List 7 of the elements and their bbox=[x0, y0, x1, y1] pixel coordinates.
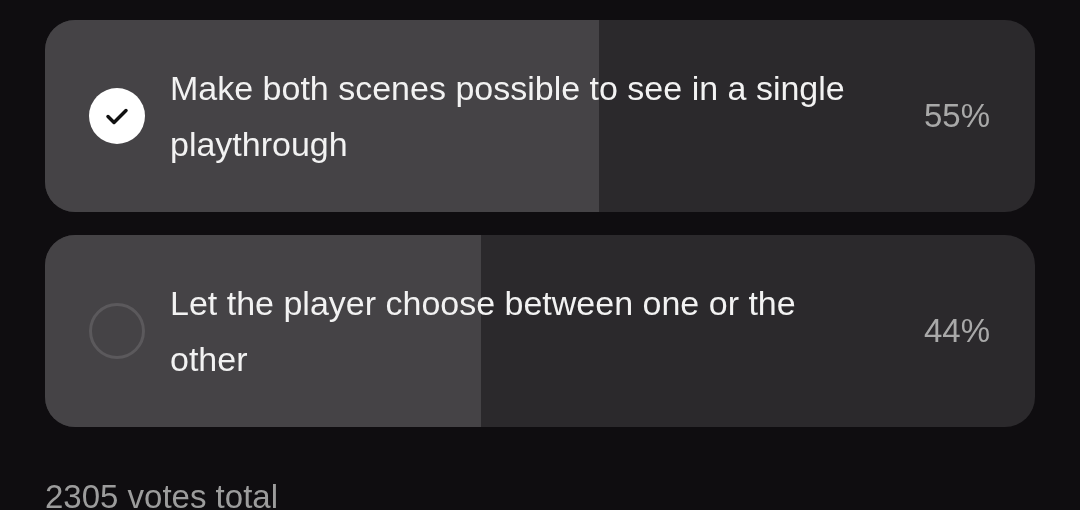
poll-option[interactable]: Let the player choose between one or the other 44% bbox=[45, 235, 1035, 427]
vote-percent: 55% bbox=[923, 97, 990, 135]
vote-total: 2305 votes total bbox=[45, 478, 279, 510]
option-label: Let the player choose between one or the other bbox=[170, 283, 797, 380]
poll-option[interactable]: Make both scenes possible to see in a single playthrough 55% bbox=[45, 20, 1035, 212]
vote-percent: 44% bbox=[923, 312, 990, 350]
option-label: Make both scenes possible to see in a single playthrough bbox=[170, 68, 846, 165]
